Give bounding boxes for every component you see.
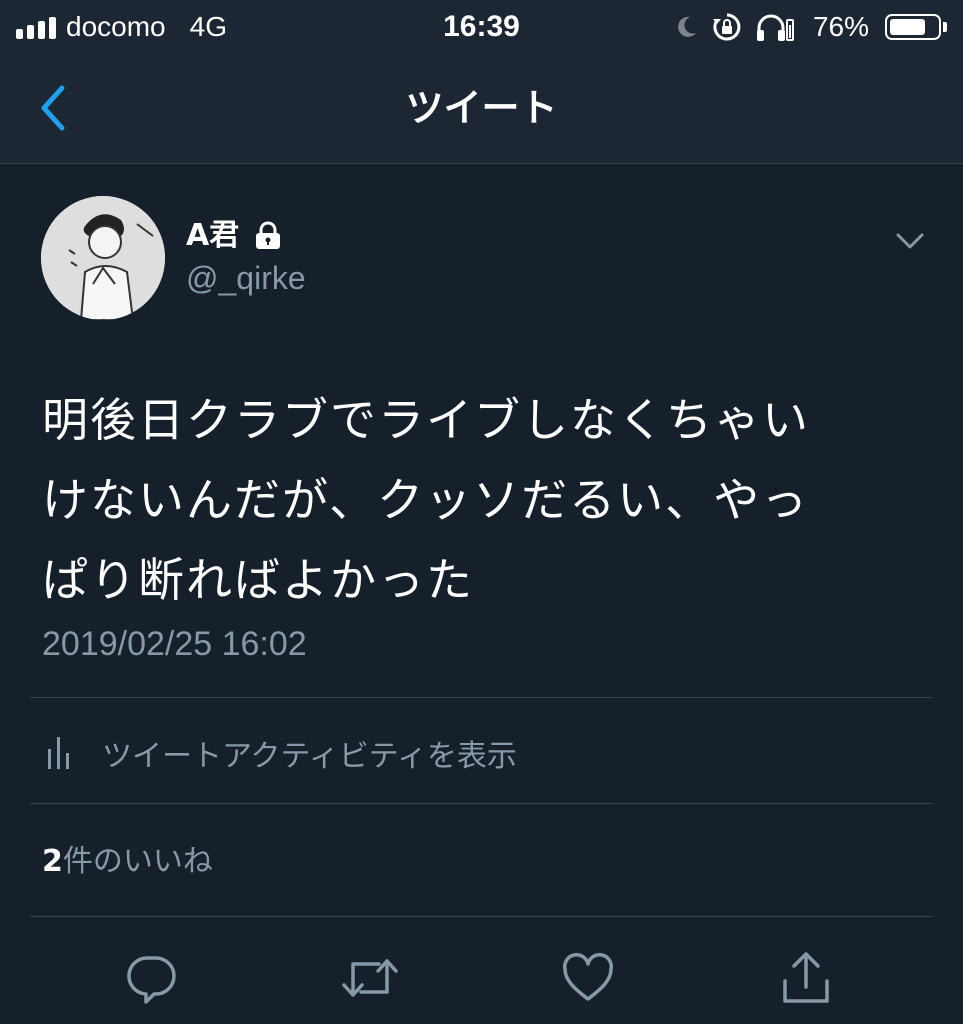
- likes-count-link[interactable]: 2件のいいね: [42, 838, 213, 886]
- author-name[interactable]: A君: [186, 216, 283, 256]
- divider: [30, 916, 932, 917]
- tweet-text-line: けないんだが、クッソだるい、やっ: [42, 473, 810, 527]
- retweet-icon: [342, 959, 398, 997]
- divider: [30, 803, 932, 804]
- share-button[interactable]: [776, 948, 836, 1008]
- rotation-lock-icon: [712, 13, 741, 41]
- page-title: ツイート: [405, 86, 558, 130]
- battery-fill: [890, 19, 925, 35]
- headphones-icon: [756, 14, 794, 41]
- status-right: 76%: [673, 10, 947, 44]
- tweet-menu-button[interactable]: [892, 226, 928, 256]
- author-name-text: A君: [186, 218, 240, 253]
- lock-icon: [253, 221, 283, 251]
- reply-button[interactable]: [122, 948, 182, 1008]
- moon-icon: [678, 16, 696, 37]
- tweet-activity-link[interactable]: ツイートアクティビティを表示: [46, 726, 517, 780]
- likes-count: 2: [42, 844, 63, 879]
- avatar[interactable]: [41, 196, 165, 320]
- likes-label: 件のいいね: [62, 844, 213, 879]
- tweet-text-line: ぱり断ればよかった: [42, 553, 474, 607]
- tweet-action-bar: [0, 940, 963, 1010]
- tweet-text-line: 明後日クラブでライブしなくちゃい: [42, 393, 810, 447]
- share-icon: [783, 952, 829, 1003]
- tweet-timestamp: 2019/02/25 16:02: [42, 625, 307, 663]
- divider: [30, 697, 932, 698]
- battery-percent: 76%: [812, 11, 869, 42]
- bar-chart-icon: [48, 737, 69, 769]
- retweet-button[interactable]: [340, 948, 400, 1008]
- reply-icon: [127, 956, 176, 1004]
- author-handle[interactable]: @_qirke: [186, 258, 306, 298]
- chevron-down-icon: [896, 233, 924, 249]
- nav-bar: ツイート: [0, 56, 963, 164]
- like-button[interactable]: [558, 948, 618, 1008]
- avatar-illustration: [41, 196, 165, 320]
- tweet-activity-label: ツイートアクティビティを表示: [102, 739, 517, 774]
- battery-icon: [885, 14, 947, 40]
- like-icon: [562, 953, 614, 1001]
- status-bar: docomo 4G 16:39 76%: [0, 0, 963, 56]
- tweet-text: 明後日クラブでライブしなくちゃい けないんだが、クッソだるい、やっ ぱり断ればよ…: [42, 380, 922, 620]
